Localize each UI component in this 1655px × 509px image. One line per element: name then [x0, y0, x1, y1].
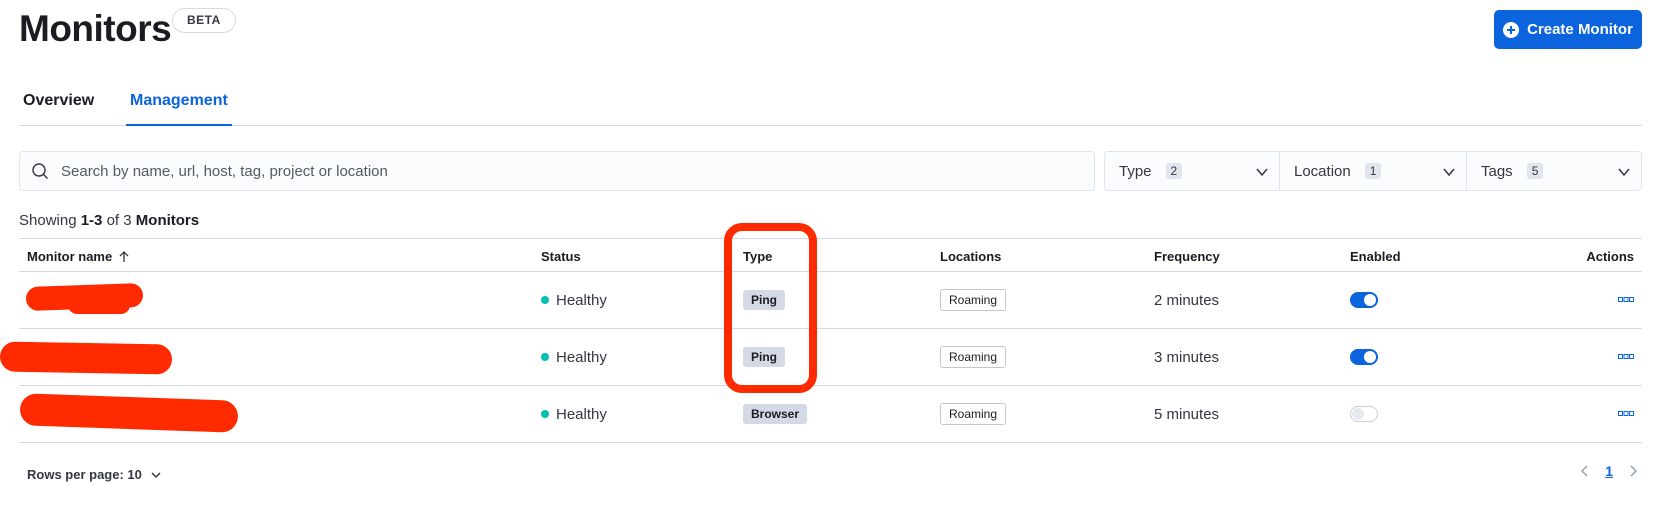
rows-per-page-label: Rows per page: 10	[27, 467, 142, 482]
filter-tags-count: 5	[1526, 163, 1544, 179]
tab-overview[interactable]: Overview	[19, 80, 98, 126]
column-label: Monitor name	[27, 249, 113, 264]
table-row: Healthy Ping Roaming 2 minutes	[19, 272, 1642, 329]
location-cell: Roaming	[940, 272, 1007, 328]
enabled-toggle[interactable]	[1350, 292, 1378, 308]
chevron-down-icon	[151, 471, 161, 478]
annotation-highlight	[724, 223, 817, 393]
column-header-actions: Actions	[1586, 249, 1634, 264]
results-summary: Showing 1-3 of 3 Monitors	[19, 212, 199, 229]
enabled-toggle[interactable]	[1350, 406, 1378, 422]
frequency-cell: 5 minutes	[1154, 405, 1220, 423]
filter-location[interactable]: Location 1	[1280, 152, 1467, 190]
column-header-enabled: Enabled	[1350, 249, 1401, 264]
create-monitor-button[interactable]: Create Monitor	[1494, 10, 1642, 49]
arrow-up-icon	[119, 250, 129, 262]
table-row: Healthy Browser Roaming 5 minutes	[19, 386, 1642, 443]
page-header: Monitors BETA Create Monitor	[19, 0, 1642, 60]
filter-location-count: 1	[1364, 163, 1382, 179]
actions-cell	[1618, 272, 1634, 328]
filter-type-label: Type	[1119, 162, 1152, 180]
frequency-cell: 2 minutes	[1154, 291, 1220, 309]
summary-total: of 3	[106, 212, 132, 229]
status-text: Healthy	[556, 291, 607, 309]
location-cell: Roaming	[940, 329, 1007, 385]
column-header-monitor-name[interactable]: Monitor name	[27, 249, 130, 264]
search-input[interactable]	[61, 162, 961, 180]
status-cell: Healthy	[541, 329, 607, 385]
actions-cell	[1618, 386, 1634, 442]
plus-circle-icon	[1503, 21, 1520, 38]
filter-tags[interactable]: Tags 5	[1467, 152, 1641, 190]
type-badge: Browser	[743, 404, 808, 424]
page-number-current[interactable]: 1	[1605, 463, 1613, 479]
chevron-right-icon[interactable]	[1627, 464, 1639, 478]
healthy-dot-icon	[541, 410, 549, 418]
status-cell: Healthy	[541, 272, 607, 328]
location-badge: Roaming	[940, 346, 1007, 368]
healthy-dot-icon	[541, 353, 549, 361]
pagination: 1	[1579, 463, 1639, 479]
type-cell: Browser	[743, 386, 808, 442]
more-actions-icon[interactable]	[1618, 411, 1634, 417]
enabled-toggle[interactable]	[1350, 349, 1378, 365]
chevron-down-icon	[1443, 168, 1455, 177]
column-header-status[interactable]: Status	[541, 249, 581, 264]
filter-location-label: Location	[1294, 162, 1351, 180]
filter-tags-label: Tags	[1481, 162, 1513, 180]
beta-badge: BETA	[172, 8, 236, 33]
redaction-mark	[0, 341, 173, 375]
column-header-locations[interactable]: Locations	[940, 249, 1001, 264]
chevron-down-icon	[1256, 168, 1268, 177]
chevron-down-icon	[1618, 168, 1630, 177]
search-bar	[19, 151, 1095, 191]
column-header-frequency[interactable]: Frequency	[1154, 249, 1220, 264]
tab-bar: Overview Management	[19, 80, 1642, 126]
monitors-table: Monitor name Status Type Locations Frequ…	[19, 238, 1642, 443]
summary-noun: Monitors	[135, 212, 200, 229]
location-badge: Roaming	[940, 289, 1007, 311]
summary-prefix: Showing	[19, 212, 77, 229]
redaction-mark	[68, 296, 130, 314]
enabled-cell	[1350, 272, 1378, 328]
enabled-cell	[1350, 386, 1378, 442]
frequency-cell: 3 minutes	[1154, 348, 1220, 366]
more-actions-icon[interactable]	[1618, 354, 1634, 360]
rows-per-page-select[interactable]: Rows per page: 10	[27, 467, 162, 482]
status-cell: Healthy	[541, 386, 607, 442]
filter-group: Type 2 Location 1 Tags 5	[1104, 151, 1642, 191]
page-title: Monitors	[19, 8, 172, 49]
search-icon	[32, 163, 48, 179]
location-cell: Roaming	[940, 386, 1007, 442]
table-row: Healthy Ping Roaming 3 minutes	[19, 329, 1642, 386]
filter-type[interactable]: Type 2	[1105, 152, 1280, 190]
tab-management[interactable]: Management	[126, 80, 232, 126]
enabled-cell	[1350, 329, 1378, 385]
status-text: Healthy	[556, 405, 607, 423]
healthy-dot-icon	[541, 296, 549, 304]
filter-type-count: 2	[1165, 163, 1183, 179]
actions-cell	[1618, 329, 1634, 385]
more-actions-icon[interactable]	[1618, 297, 1634, 303]
status-text: Healthy	[556, 348, 607, 366]
location-badge: Roaming	[940, 403, 1007, 425]
create-monitor-label: Create Monitor	[1527, 21, 1633, 38]
table-header: Monitor name Status Type Locations Frequ…	[19, 238, 1642, 272]
chevron-left-icon[interactable]	[1579, 464, 1591, 478]
summary-range: 1-3	[80, 212, 103, 229]
